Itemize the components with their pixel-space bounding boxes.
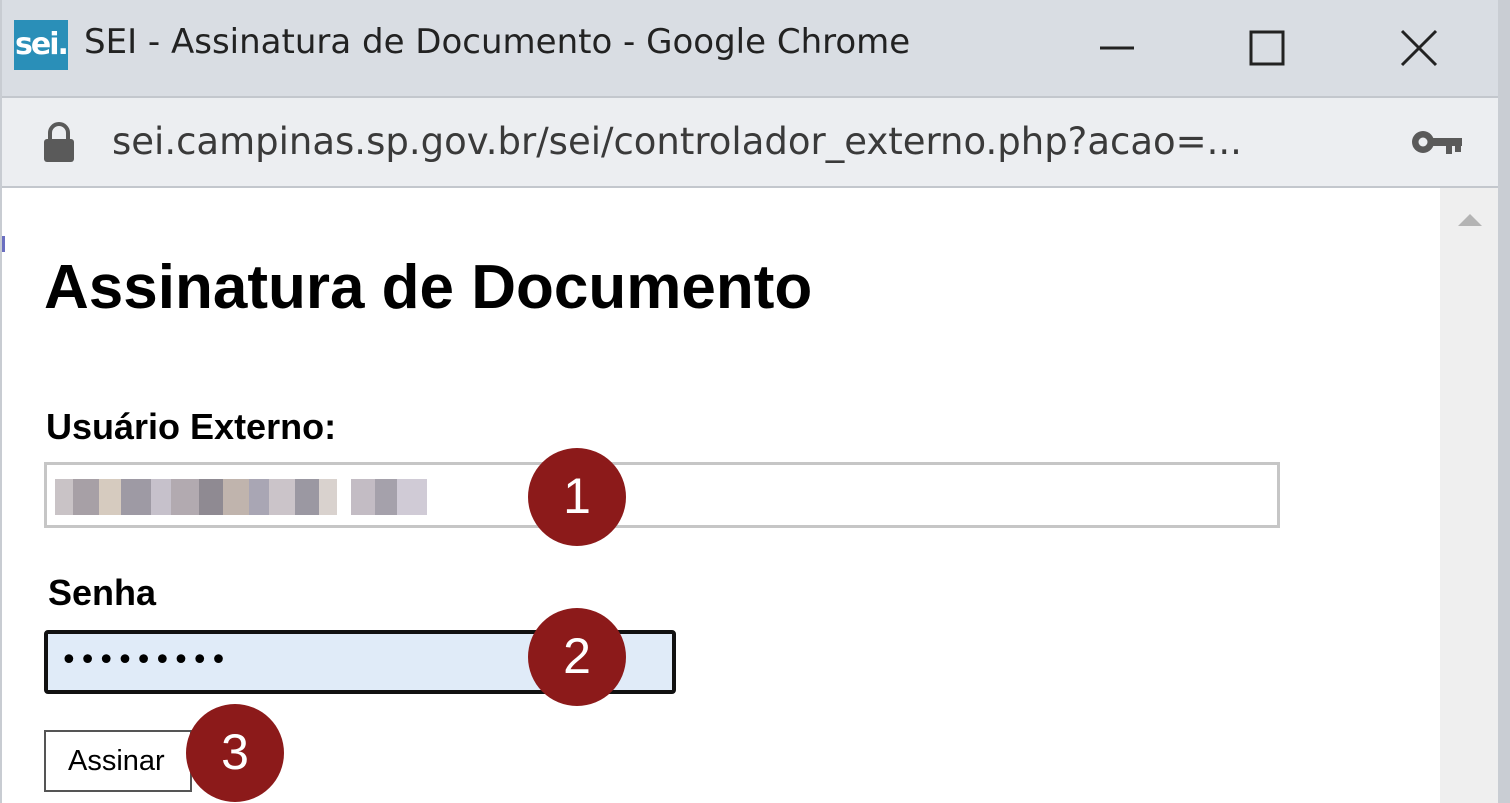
step-marker-1: 1 bbox=[528, 448, 626, 546]
vertical-scrollbar[interactable] bbox=[1440, 188, 1498, 803]
close-icon bbox=[1400, 29, 1438, 67]
title-bar: sei. SEI - Assinatura de Documento - Goo… bbox=[2, 0, 1498, 96]
sign-button[interactable]: Assinar bbox=[44, 730, 192, 792]
window-title: SEI - Assinatura de Documento - Google C… bbox=[84, 22, 911, 62]
window-edge bbox=[1498, 0, 1510, 803]
url-text[interactable]: sei.campinas.sp.gov.br/sei/controlador_e… bbox=[112, 120, 1242, 163]
blurred-username bbox=[55, 479, 435, 515]
user-label: Usuário Externo: bbox=[46, 406, 337, 447]
scroll-up-arrow-icon[interactable] bbox=[1458, 214, 1482, 226]
external-user-input[interactable] bbox=[44, 462, 1280, 528]
password-label: Senha bbox=[48, 572, 157, 613]
maximize-icon bbox=[1249, 30, 1285, 66]
address-bar[interactable]: sei.campinas.sp.gov.br/sei/controlador_e… bbox=[2, 96, 1498, 188]
edge-mark bbox=[2, 236, 5, 252]
close-button[interactable] bbox=[1344, 0, 1494, 96]
page-title: Assinatura de Documento bbox=[44, 253, 813, 322]
minimize-button[interactable] bbox=[1042, 0, 1192, 96]
step-marker-3: 3 bbox=[186, 704, 284, 802]
lock-icon[interactable] bbox=[42, 120, 76, 164]
step-marker-2: 2 bbox=[528, 608, 626, 706]
browser-popup-window: sei. SEI - Assinatura de Documento - Goo… bbox=[0, 0, 1498, 803]
sei-app-icon: sei. bbox=[14, 20, 69, 70]
key-icon[interactable] bbox=[1410, 124, 1464, 160]
minimize-icon bbox=[1100, 46, 1134, 50]
maximize-button[interactable] bbox=[1192, 0, 1342, 96]
page-content: Assinatura de Documento Usuário Externo: bbox=[2, 188, 1440, 803]
